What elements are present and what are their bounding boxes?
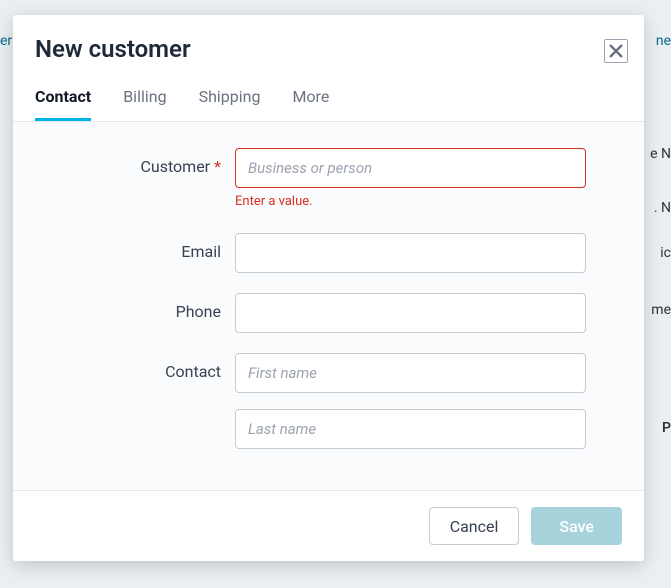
phone-row: Phone (43, 293, 586, 333)
email-row: Email (43, 233, 586, 273)
customer-error: Enter a value. (235, 194, 586, 209)
modal-body: Customer* Enter a value. Email Phone Con… (13, 122, 644, 490)
tab-billing[interactable]: Billing (123, 87, 166, 121)
phone-label: Phone (43, 293, 235, 321)
customer-input[interactable] (235, 148, 586, 188)
tab-contact[interactable]: Contact (35, 87, 91, 121)
contact-label: Contact (43, 353, 235, 381)
modal-header: New customer Contact Billing Shipping Mo… (13, 15, 644, 122)
cancel-button[interactable]: Cancel (429, 507, 520, 545)
email-input[interactable] (235, 233, 586, 273)
last-name-input[interactable] (235, 409, 586, 449)
modal-footer: Cancel Save (13, 490, 644, 561)
contact-row: Contact (43, 353, 586, 449)
customer-label: Customer* (43, 148, 235, 176)
tabs: Contact Billing Shipping More (35, 87, 622, 121)
save-button[interactable]: Save (531, 507, 622, 545)
tab-shipping[interactable]: Shipping (199, 87, 261, 121)
close-button[interactable] (604, 39, 628, 63)
customer-row: Customer* Enter a value. (43, 148, 586, 213)
phone-input[interactable] (235, 293, 586, 333)
tab-more[interactable]: More (292, 87, 329, 121)
close-icon (609, 44, 623, 58)
first-name-input[interactable] (235, 353, 586, 393)
email-label: Email (43, 233, 235, 261)
new-customer-modal: New customer Contact Billing Shipping Mo… (13, 15, 644, 561)
modal-title: New customer (35, 35, 622, 63)
